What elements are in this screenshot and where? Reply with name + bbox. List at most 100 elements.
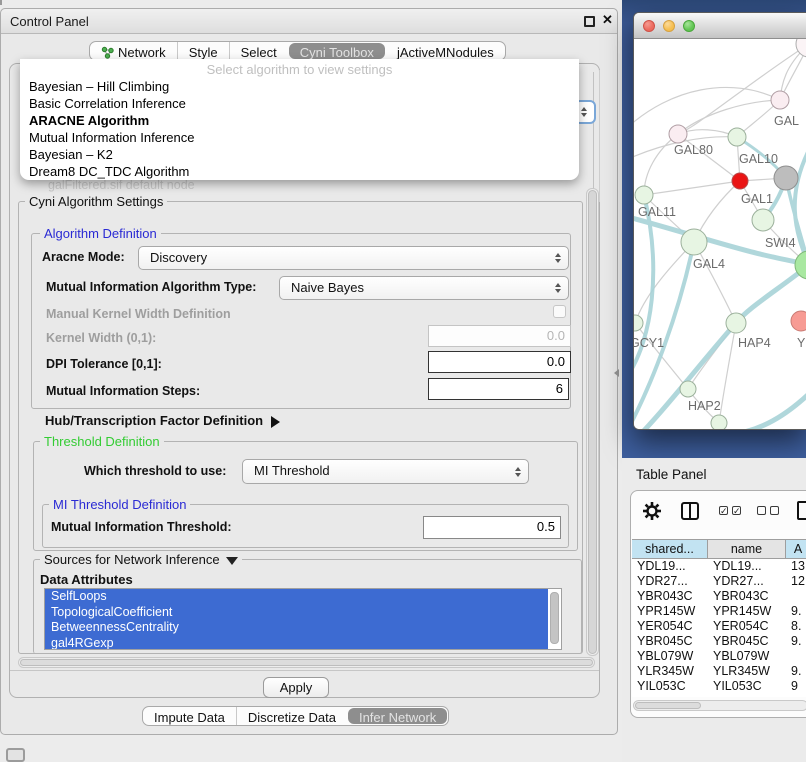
algorithm-dropdown-list: Select algorithm to view settings Bayesi… [20, 59, 579, 180]
table-row[interactable]: YER054CYER054C8. [632, 619, 806, 634]
algorithm-option[interactable]: Basic Correlation Inference [20, 95, 579, 112]
table-row[interactable]: YBR045CYBR045C9. [632, 634, 806, 649]
network-node-gal10[interactable] [728, 128, 746, 146]
tab-cyni-toolbox[interactable]: Cyni Toolbox [289, 43, 385, 59]
table-row[interactable]: YBR043CYBR043C [632, 589, 806, 604]
tab-discretize-data[interactable]: Discretize Data [236, 707, 347, 725]
table-cell: YBR043C [708, 589, 786, 604]
which-threshold-combo[interactable]: MI Threshold [242, 459, 529, 484]
table-row[interactable]: YIL053CYIL053C9 [632, 679, 806, 694]
corner-tick [0, 0, 2, 5]
algorithm-option[interactable]: ARACNE Algorithm [20, 112, 579, 129]
zoom-traffic-light-icon[interactable] [683, 20, 695, 32]
column-header-name[interactable]: name [708, 540, 786, 558]
table-cell: YLR345W [708, 664, 786, 679]
network-node-gal1[interactable] [732, 173, 748, 189]
algorithm-option[interactable]: Bayesian – Hill Climbing [20, 78, 579, 95]
control-panel-tabbar: NetworkStyleSelectCyni ToolboxjActiveMNo… [89, 41, 506, 61]
network-node[interactable] [774, 166, 798, 190]
expand-right-icon [271, 416, 280, 428]
tab-network[interactable]: Network [90, 42, 177, 60]
network-node-swi4[interactable] [752, 209, 774, 231]
unchecked-box-icon[interactable] [757, 506, 766, 515]
panel-splitter-arrow[interactable] [614, 369, 619, 377]
network-node-gal80[interactable] [669, 125, 687, 143]
network-node-gal[interactable] [771, 91, 789, 109]
kernel-width-input[interactable]: 0.0 [428, 325, 571, 347]
split-columns-icon[interactable] [681, 502, 699, 520]
mi-steps-input[interactable]: 6 [428, 378, 569, 400]
manual-kernel-label: Manual Kernel Width Definition [46, 307, 231, 321]
table-row[interactable]: YDR27...YDR27...12 [632, 574, 806, 589]
data-attributes-list[interactable]: SelfLoopsTopologicalCoefficientBetweenne… [44, 588, 562, 650]
table-cell: YDR27... [632, 574, 708, 589]
table-horizontal-scrollbar[interactable] [633, 700, 806, 711]
algorithm-option[interactable]: Bayesian – K2 [20, 146, 579, 163]
apply-button[interactable]: Apply [263, 677, 329, 698]
checked-box-icon[interactable]: ✓ [719, 506, 728, 515]
algorithm-option[interactable]: Mutual Information Inference [20, 129, 579, 146]
manual-kernel-checkbox[interactable] [553, 305, 566, 318]
network-node-gcy1[interactable] [634, 315, 643, 331]
network-node[interactable] [711, 415, 727, 430]
algorithm-definition-title: Algorithm Definition [40, 226, 161, 241]
cyni-algorithm-settings-group: Cyni Algorithm Settings Algorithm Defini… [18, 201, 583, 654]
attribute-item-selected[interactable]: BetweennessCentrality [45, 620, 548, 636]
spinner-arrows-icon [555, 253, 561, 263]
node-label: SWI4 [765, 236, 796, 250]
float-window-icon[interactable] [584, 16, 595, 27]
table-row[interactable]: YDL19...YDL19...13 [632, 559, 806, 574]
network-node-gal4[interactable] [681, 229, 707, 255]
network-canvas[interactable]: GALGAL80GAL10GAL1GAL11SWI4GAL4GCY1HAP4YH… [634, 39, 806, 430]
document-icon[interactable] [797, 501, 806, 520]
ghost-network-combo-text: galFiltered.sif default node [48, 178, 195, 192]
mi-threshold-input[interactable]: 0.5 [423, 516, 561, 539]
which-threshold-label: Which threshold to use: [84, 464, 226, 478]
attribute-item-selected[interactable]: gal4RGexp [45, 636, 548, 651]
minimize-traffic-light-icon[interactable] [663, 20, 675, 32]
gear-icon[interactable] [641, 500, 663, 522]
close-icon[interactable]: ✕ [602, 12, 613, 28]
aracne-mode-combo[interactable]: Discovery [138, 246, 569, 270]
table-row[interactable]: YLR345WYLR345W9. [632, 664, 806, 679]
mi-threshold-label: Mutual Information Threshold: [51, 520, 232, 534]
algorithm-option[interactable]: Dream8 DC_TDC Algorithm [20, 163, 579, 180]
checked-box-icon[interactable]: ✓ [732, 506, 741, 515]
network-node-hap4[interactable] [726, 313, 746, 333]
table-toolbar: ✓ ✓ [631, 499, 806, 529]
cyni-toolbox-content: Inference Algorithm galFiltered.sif defa… [9, 63, 600, 698]
mi-type-combo[interactable]: Naive Bayes [279, 276, 569, 300]
table-body[interactable]: YDL19...YDL19...13YDR27...YDR27...12YBR0… [632, 559, 806, 697]
tab-style[interactable]: Style [177, 42, 229, 60]
settings-vertical-scrollbar[interactable] [586, 188, 599, 656]
hub-definition-toggle[interactable]: Hub/Transcription Factor Definition [45, 413, 280, 428]
close-traffic-light-icon[interactable] [643, 20, 655, 32]
unchecked-box-icon[interactable] [770, 506, 779, 515]
network-node[interactable] [796, 39, 806, 57]
table-cell: YDL19... [632, 559, 708, 574]
table-cell: YDL19... [708, 559, 786, 574]
attribute-item-selected[interactable]: TopologicalCoefficient [45, 605, 548, 621]
tab-infer-network[interactable]: Infer Network [348, 708, 447, 724]
dpi-tolerance-input[interactable]: 0.0 [428, 351, 571, 373]
table-row[interactable]: YBL079WYBL079W [632, 649, 806, 664]
tab-jactivemnodules[interactable]: jActiveMNodules [386, 42, 505, 60]
node-label: HAP4 [738, 336, 771, 350]
tab-select[interactable]: Select [229, 42, 288, 60]
table-cell: YPR145W [632, 604, 708, 619]
control-panel-window: Control Panel ✕ NetworkStyleSelectCyni T… [0, 8, 618, 735]
network-node-hap2[interactable] [680, 381, 696, 397]
minimized-panel-icon[interactable] [6, 748, 25, 762]
column-header-partial[interactable]: A [786, 540, 806, 558]
table-row[interactable]: YPR145WYPR145W9. [632, 604, 806, 619]
settings-horizontal-scrollbar[interactable] [18, 657, 595, 668]
tab-impute-data[interactable]: Impute Data [143, 707, 236, 725]
network-node-y[interactable] [791, 311, 806, 331]
attribute-item-selected[interactable]: SelfLoops [45, 589, 548, 605]
sources-group-toggle[interactable]: Sources for Network Inference [40, 552, 242, 567]
table-cell [786, 589, 806, 604]
column-header-shared-name[interactable]: shared... [632, 540, 708, 558]
spinner-arrows-icon [515, 467, 521, 477]
attributes-scrollbar-thumb[interactable] [550, 592, 559, 644]
network-node-gal11[interactable] [635, 186, 653, 204]
